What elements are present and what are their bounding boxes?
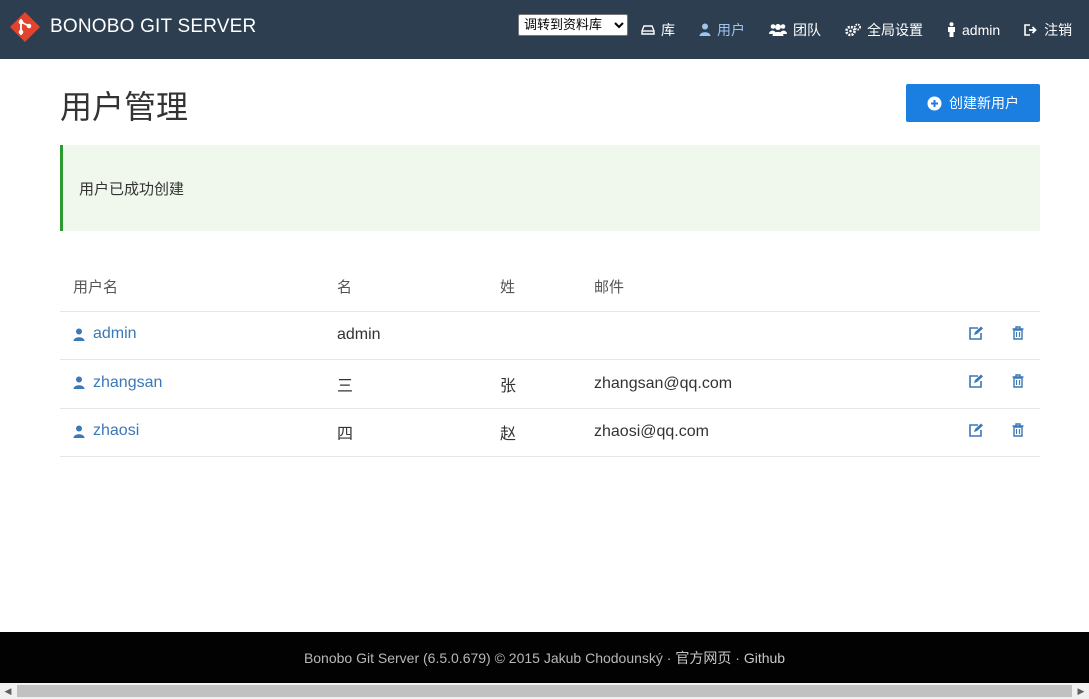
scroll-right-icon[interactable]: ▶ bbox=[1073, 683, 1089, 699]
first-name-cell: 四 bbox=[324, 408, 487, 457]
username: zhaosi bbox=[93, 422, 140, 439]
table-header-row: 用户名 名 姓 邮件 bbox=[60, 262, 1040, 312]
table-row: zhangsan 三 张 zhangsan@qq.com bbox=[60, 359, 1040, 409]
logout-icon bbox=[1024, 23, 1037, 36]
row-actions bbox=[921, 359, 1040, 409]
nav-item-global-settings[interactable]: 全局设置 bbox=[845, 20, 923, 40]
repository-jump-select[interactable]: 调转到资料库 bbox=[518, 14, 628, 36]
user-icon bbox=[73, 328, 85, 341]
nav-item-label: 用户 bbox=[717, 21, 745, 38]
username: zhangsan bbox=[93, 373, 163, 391]
nav-item-label: admin bbox=[962, 21, 1001, 38]
email-cell: zhangsan@qq.com bbox=[581, 359, 921, 409]
footer: Bonobo Git Server (6.5.0.679) © 2015 Jak… bbox=[0, 632, 1089, 683]
person-icon bbox=[948, 22, 955, 37]
table-row: admin admin bbox=[60, 311, 1040, 360]
username: admin bbox=[93, 325, 137, 342]
first-name-cell: 三 bbox=[324, 359, 487, 409]
footer-copyright: Bonobo Git Server (6.5.0.679) © 2015 Jak… bbox=[303, 649, 676, 666]
nav-item-label: 注销 bbox=[1044, 21, 1073, 38]
settings-icon bbox=[845, 23, 861, 36]
top-navbar: BONOBO GIT SERVER 调转到资料库 库 用户 团队 全局设置 ad… bbox=[0, 0, 1089, 59]
column-header-first-name[interactable]: 名 bbox=[324, 262, 487, 312]
create-user-label: 创建新用户 bbox=[949, 95, 1019, 111]
user-link-zhaosi[interactable]: zhaosi bbox=[73, 422, 139, 440]
email-cell: zhaosi@qq.com bbox=[581, 408, 921, 457]
users-table: 用户名 名 姓 邮件 admin admin zhangsan 三 张 zhan… bbox=[60, 262, 1040, 457]
last-name-cell bbox=[487, 311, 581, 360]
email-cell bbox=[581, 311, 921, 360]
git-logo-icon bbox=[10, 12, 40, 42]
brand[interactable]: BONOBO GIT SERVER bbox=[9, 11, 256, 43]
last-name-cell: 赵 bbox=[487, 408, 581, 457]
nav-item-users[interactable]: 用户 bbox=[699, 20, 745, 40]
nav-item-logout[interactable]: 注销 bbox=[1024, 20, 1072, 40]
trash-icon[interactable] bbox=[1012, 326, 1024, 345]
page-title: 用户管理 bbox=[60, 89, 189, 125]
user-link-zhangsan[interactable]: zhangsan bbox=[73, 374, 162, 392]
footer-separator: · bbox=[731, 649, 744, 666]
nav-item-account[interactable]: admin bbox=[947, 22, 1000, 38]
first-name-cell: admin bbox=[324, 311, 487, 360]
trash-icon[interactable] bbox=[1012, 423, 1024, 442]
user-link-admin[interactable]: admin bbox=[73, 325, 137, 343]
nav-item-label: 库 bbox=[661, 21, 675, 38]
table-row: zhaosi 四 赵 zhaosi@qq.com bbox=[60, 408, 1040, 457]
repository-icon bbox=[641, 24, 655, 35]
success-alert: 用户已成功创建 bbox=[60, 145, 1040, 231]
scrollbar-thumb[interactable] bbox=[17, 685, 1072, 697]
footer-link-homepage[interactable]: 官方网页 bbox=[675, 648, 731, 668]
brand-name: BONOBO GIT SERVER bbox=[50, 16, 257, 37]
column-header-actions bbox=[921, 262, 1040, 312]
user-icon bbox=[73, 376, 85, 389]
edit-icon[interactable] bbox=[968, 326, 984, 345]
row-actions bbox=[921, 408, 1040, 457]
column-header-email[interactable]: 邮件 bbox=[581, 262, 921, 312]
trash-icon[interactable] bbox=[1012, 374, 1024, 393]
user-icon bbox=[699, 23, 711, 36]
last-name-cell: 张 bbox=[487, 359, 581, 409]
scroll-left-icon[interactable]: ◀ bbox=[0, 683, 16, 699]
column-header-username[interactable]: 用户名 bbox=[60, 262, 324, 312]
plus-circle-icon bbox=[927, 96, 942, 110]
row-actions bbox=[921, 311, 1040, 360]
footer-link-github[interactable]: Github bbox=[744, 650, 785, 666]
edit-icon[interactable] bbox=[968, 374, 984, 393]
column-header-last-name[interactable]: 姓 bbox=[487, 262, 581, 312]
nav-item-repositories[interactable]: 库 bbox=[641, 20, 675, 40]
create-user-button[interactable]: 创建新用户 bbox=[906, 84, 1040, 122]
horizontal-scrollbar[interactable]: ◀ ▶ bbox=[0, 683, 1089, 699]
nav-item-label: 全局设置 bbox=[867, 21, 923, 38]
nav-item-teams[interactable]: 团队 bbox=[769, 20, 821, 40]
team-icon bbox=[769, 24, 787, 36]
success-alert-text: 用户已成功创建 bbox=[79, 180, 185, 198]
nav-item-label: 团队 bbox=[793, 21, 821, 38]
user-icon bbox=[73, 425, 85, 438]
edit-icon[interactable] bbox=[968, 423, 984, 442]
nav-menu: 库 用户 团队 全局设置 admin 注销 bbox=[641, 0, 1072, 59]
